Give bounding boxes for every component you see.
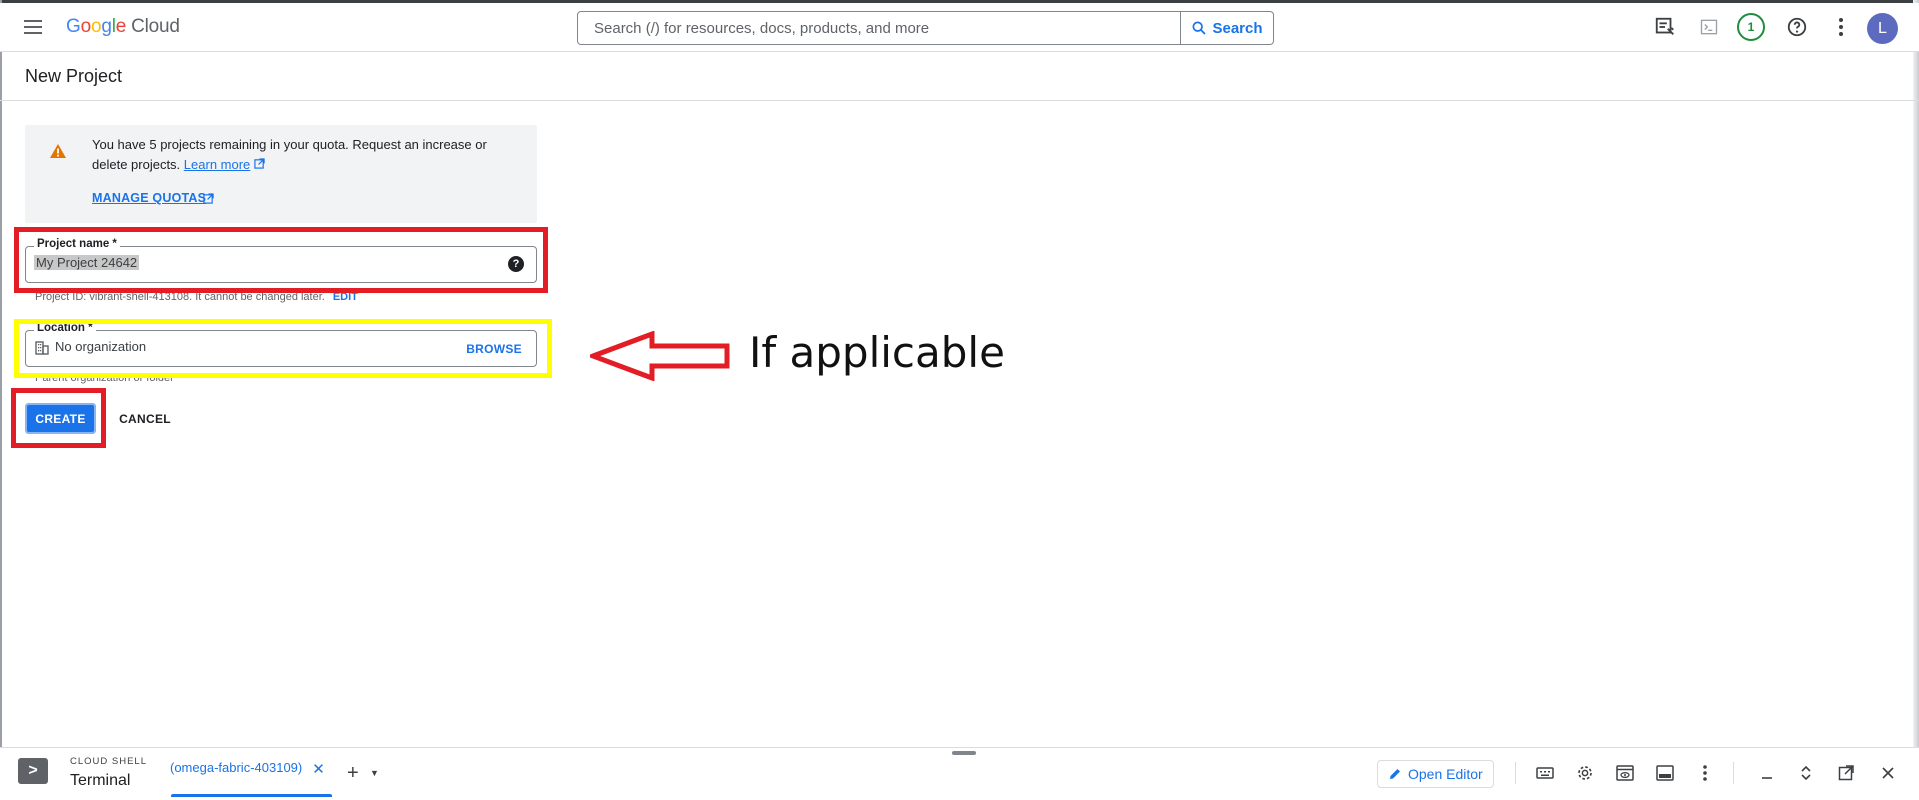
expand-icon[interactable] <box>1794 761 1818 785</box>
top-bar: GoogleCloud Search 1 L <box>0 3 1919 52</box>
cloud-shell-label: CLOUD SHELL <box>70 756 147 767</box>
notification-badge[interactable]: 1 <box>1737 13 1765 41</box>
learn-more-label: Learn more <box>183 157 251 172</box>
annotation-red-box-project-name <box>14 227 548 293</box>
logo-letter: o <box>80 16 92 37</box>
quota-message: You have 5 projects remaining in your qu… <box>92 137 487 172</box>
search-input[interactable] <box>578 12 1180 44</box>
logo-product: Cloud <box>131 16 180 37</box>
terminal-tab[interactable]: (omega-fabric-403109) ✕ <box>170 760 332 797</box>
google-cloud-logo[interactable]: Google Cloud <box>66 16 180 38</box>
manage-quotas-link[interactable]: MANAGE QUOTAS <box>92 191 206 205</box>
more-vert-icon[interactable] <box>1829 15 1853 39</box>
menu-icon[interactable] <box>22 17 46 37</box>
divider <box>1733 762 1734 784</box>
learn-more-link[interactable]: Learn more <box>184 157 250 172</box>
window-frame-left <box>0 0 2 799</box>
more-vert-icon[interactable] <box>1693 761 1717 785</box>
terminal-icon[interactable] <box>1697 15 1721 39</box>
quota-banner: You have 5 projects remaining in your qu… <box>25 125 537 223</box>
window-frame-right <box>1913 0 1919 799</box>
add-tab-icon[interactable]: + <box>347 762 359 785</box>
annotation-arrow <box>590 331 730 381</box>
terminal-tab-label: (omega-fabric-403109) <box>170 760 303 775</box>
help-icon[interactable] <box>1785 15 1809 39</box>
warning-icon <box>50 144 66 158</box>
close-icon[interactable]: ✕ <box>312 760 325 778</box>
page-header: New Project <box>0 52 1919 101</box>
annotation-yellow-box-location <box>14 319 552 378</box>
logo-letter: G <box>66 16 81 37</box>
cloud-shell-icon: > <box>18 758 48 784</box>
open-new-window-icon[interactable] <box>1834 761 1858 785</box>
web-preview-icon[interactable] <box>1613 761 1637 785</box>
gear-icon[interactable] <box>1573 761 1597 785</box>
terminal-label: Terminal <box>70 772 131 789</box>
search-button-label: Search <box>1212 19 1263 37</box>
create-label: CREATE <box>35 411 86 426</box>
logo-letter: e <box>115 16 127 37</box>
cancel-label: CANCEL <box>119 411 171 426</box>
avatar-letter: L <box>1878 19 1887 37</box>
cancel-button[interactable]: CANCEL <box>110 403 180 434</box>
search-box[interactable] <box>577 11 1181 45</box>
open-editor-button[interactable]: Open Editor <box>1377 760 1494 788</box>
minimize-icon[interactable] <box>1755 761 1779 785</box>
notes-icon[interactable] <box>1653 15 1677 39</box>
pencil-icon <box>1390 769 1400 779</box>
search-icon <box>1192 21 1207 35</box>
panel-layout-icon[interactable] <box>1653 761 1677 785</box>
external-link-icon <box>203 193 214 204</box>
search-button[interactable]: Search <box>1181 11 1274 45</box>
quota-banner-text: You have 5 projects remaining in your qu… <box>92 135 512 175</box>
notification-count: 1 <box>1747 20 1755 34</box>
divider <box>1515 762 1516 784</box>
logo-letter: g <box>101 16 112 37</box>
logo-letter: o <box>90 16 102 37</box>
annotation-text: If applicable <box>749 328 1005 377</box>
page-title: New Project <box>25 66 123 86</box>
resize-handle[interactable] <box>952 751 976 755</box>
create-button[interactable]: CREATE <box>25 403 96 434</box>
open-editor-label: Open Editor <box>1408 766 1483 782</box>
chevron-down-icon[interactable]: ▼ <box>370 768 379 778</box>
cloud-shell-bar: > CLOUD SHELL Terminal (omega-fabric-403… <box>0 747 1919 800</box>
avatar[interactable]: L <box>1867 13 1898 44</box>
manage-quotas-label: MANAGE QUOTAS <box>92 191 207 205</box>
close-icon[interactable] <box>1876 761 1900 785</box>
external-link-icon <box>254 158 265 169</box>
keyboard-icon[interactable] <box>1533 761 1557 785</box>
